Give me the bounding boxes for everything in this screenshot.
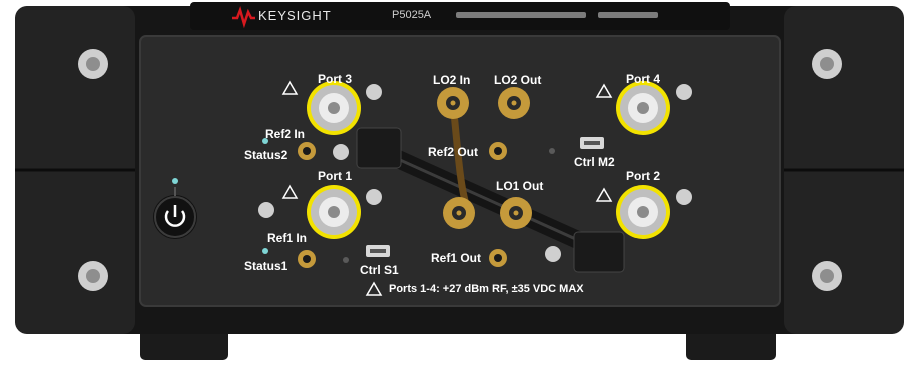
lo1-in-connector[interactable] xyxy=(443,197,475,229)
brand-name: KEYSIGHT xyxy=(258,8,332,23)
ref2-out-label: Ref2 Out xyxy=(428,145,479,159)
power-led xyxy=(172,178,178,184)
handle-screw-top-left xyxy=(78,49,108,79)
status1-label: Status1 xyxy=(244,259,288,273)
power-button[interactable] xyxy=(153,195,197,239)
ref2-in-label: Ref2 In xyxy=(265,127,306,141)
lo1-out-connector[interactable] xyxy=(500,197,532,229)
ref2-out-connector[interactable] xyxy=(489,142,507,160)
lo2-in-label: LO2 In xyxy=(433,73,471,87)
hex-nut-icon xyxy=(545,246,561,262)
instrument-front-panel xyxy=(15,2,904,360)
port-warning-text: Ports 1-4: +27 dBm RF, ±35 VDC MAX xyxy=(389,283,584,295)
usb-port-ctrl-s1[interactable] xyxy=(366,245,390,257)
indicator-dot xyxy=(549,148,555,154)
ctrl-s1-label: Ctrl S1 xyxy=(360,263,399,277)
status1-led xyxy=(262,248,268,254)
ref1-in-connector[interactable] xyxy=(298,250,316,268)
ctrl-m2-label: Ctrl M2 xyxy=(574,155,615,169)
lo2-out-connector[interactable] xyxy=(498,87,530,119)
cable-adapter-right xyxy=(573,231,625,273)
hex-nut-icon xyxy=(676,189,692,205)
handle-screw-bottom-right xyxy=(812,261,842,291)
lo2-out-label: LO2 Out xyxy=(494,73,542,87)
port-4-connector[interactable] xyxy=(616,81,670,135)
ref1-out-connector[interactable] xyxy=(489,249,507,267)
status2-label: Status2 xyxy=(244,148,288,162)
ref2-in-connector[interactable] xyxy=(298,142,316,160)
usb-port-ctrl-m2[interactable] xyxy=(580,137,604,149)
port-2-label: Port 2 xyxy=(626,169,661,183)
port-4-label: Port 4 xyxy=(626,72,661,86)
hex-nut-icon xyxy=(258,202,274,218)
cable-adapter-left xyxy=(356,127,402,169)
ref1-in-label: Ref1 In xyxy=(267,231,308,245)
ref1-out-label: Ref1 Out xyxy=(431,251,482,265)
hex-nut-icon xyxy=(676,84,692,100)
hex-nut-icon xyxy=(366,189,382,205)
lo1-out-label: LO1 Out xyxy=(496,179,544,193)
lo2-in-connector[interactable] xyxy=(437,87,469,119)
handle-screw-bottom-left xyxy=(78,261,108,291)
port-3-connector[interactable] xyxy=(307,81,361,135)
model-number: P5025A xyxy=(392,9,432,21)
port-1-label: Port 1 xyxy=(318,169,353,183)
port-1-connector[interactable] xyxy=(307,185,361,239)
port-2-connector[interactable] xyxy=(616,185,670,239)
hex-nut-icon xyxy=(333,144,349,160)
port-3-label: Port 3 xyxy=(318,72,353,86)
hex-nut-icon xyxy=(366,84,382,100)
indicator-dot xyxy=(343,257,349,263)
handle-screw-top-right xyxy=(812,49,842,79)
